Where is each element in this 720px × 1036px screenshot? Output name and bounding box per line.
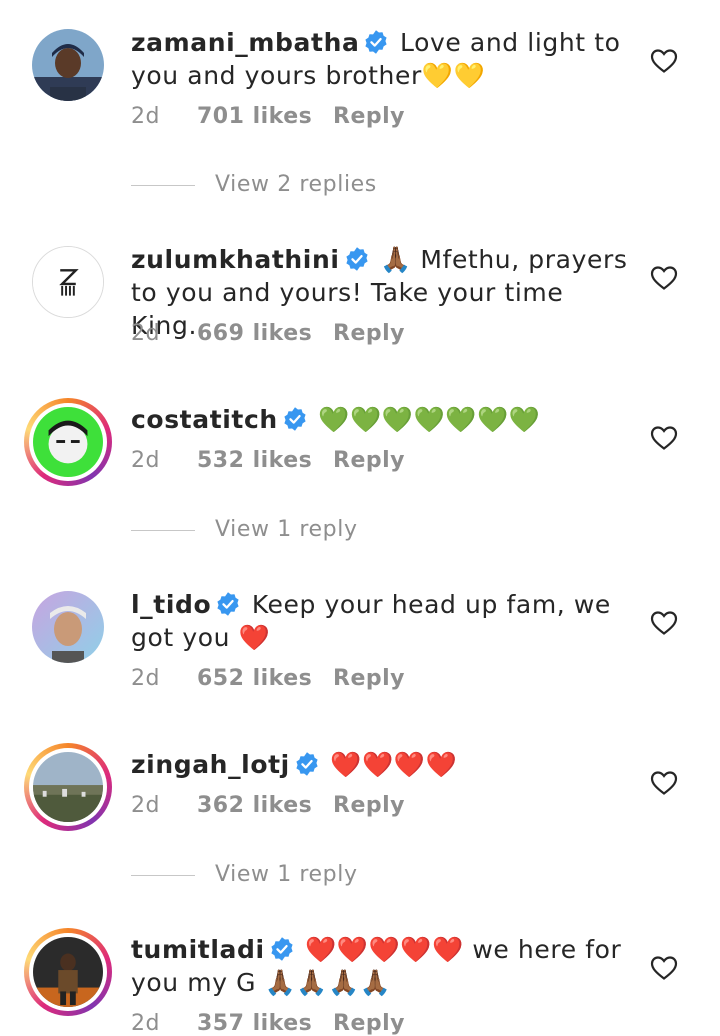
avatar[interactable] bbox=[24, 928, 112, 1016]
avatar-image-icon bbox=[33, 407, 103, 477]
view-replies-button[interactable]: View 1 reply bbox=[131, 517, 358, 542]
comment-likes[interactable]: 532 likes bbox=[197, 448, 333, 473]
avatar-logo-icon bbox=[33, 247, 103, 317]
comment-username[interactable]: costatitch bbox=[131, 405, 278, 434]
reply-button[interactable]: Reply bbox=[333, 666, 405, 691]
verified-badge-icon bbox=[271, 937, 293, 961]
reply-button[interactable]: Reply bbox=[333, 321, 405, 346]
divider bbox=[131, 874, 195, 876]
heart-outline-icon[interactable] bbox=[650, 265, 678, 291]
avatar[interactable] bbox=[24, 398, 112, 486]
reply-button[interactable]: Reply bbox=[333, 793, 405, 818]
comment-time: 2d bbox=[131, 1011, 160, 1036]
heart-outline-icon[interactable] bbox=[650, 955, 678, 981]
avatar[interactable] bbox=[32, 29, 104, 101]
avatar-image-icon bbox=[32, 591, 104, 663]
comment-emojis: ❤️ bbox=[238, 623, 271, 652]
comment-emojis: 💛💛 bbox=[421, 61, 486, 90]
comment-likes[interactable]: 652 likes bbox=[197, 666, 333, 691]
heart-outline-icon[interactable] bbox=[650, 610, 678, 636]
comment-time: 2d bbox=[131, 666, 160, 691]
comment-likes[interactable]: 357 likes bbox=[197, 1011, 333, 1036]
reply-button[interactable]: Reply bbox=[333, 448, 405, 473]
reply-button[interactable]: Reply bbox=[333, 1011, 405, 1036]
verified-badge-icon bbox=[284, 407, 306, 431]
divider bbox=[131, 529, 195, 531]
comment-time: 2d bbox=[131, 321, 160, 346]
comment-emojis: ❤️❤️❤️❤️ bbox=[330, 750, 458, 779]
verified-badge-icon bbox=[296, 752, 318, 776]
comment-username[interactable]: zamani_mbatha bbox=[131, 28, 359, 57]
comment-emojis: 🙏🏾🙏🏾🙏🏾🙏🏾 bbox=[264, 968, 392, 997]
view-replies-button[interactable]: View 1 reply bbox=[131, 862, 358, 887]
comment-likes[interactable]: 701 likes bbox=[197, 104, 333, 129]
avatar[interactable] bbox=[32, 591, 104, 663]
heart-outline-icon[interactable] bbox=[650, 425, 678, 451]
comment-username[interactable]: zulumkhathini bbox=[131, 245, 340, 274]
comment-username[interactable]: tumitladi bbox=[131, 935, 265, 964]
view-replies-label[interactable]: View 1 reply bbox=[215, 517, 358, 542]
view-replies-label[interactable]: View 1 reply bbox=[215, 862, 358, 887]
verified-badge-icon bbox=[345, 247, 368, 271]
avatar[interactable] bbox=[24, 743, 112, 831]
comment-emojis: 🙏🏾 bbox=[380, 245, 412, 274]
reply-button[interactable]: Reply bbox=[333, 104, 405, 129]
comment-emojis: 💚💚💚💚💚💚💚 bbox=[318, 405, 541, 434]
comment-time: 2d bbox=[131, 104, 160, 129]
avatar-image-icon bbox=[32, 29, 104, 101]
comment-time: 2d bbox=[131, 448, 160, 473]
comment-time: 2d bbox=[131, 793, 160, 818]
view-replies-button[interactable]: View 2 replies bbox=[131, 172, 377, 197]
comment-username[interactable]: l_tido bbox=[131, 590, 211, 619]
comment-emojis: ❤️❤️❤️❤️❤️ bbox=[305, 935, 464, 964]
comment-username[interactable]: zingah_lotj bbox=[131, 750, 290, 779]
comment-likes[interactable]: 669 likes bbox=[197, 321, 333, 346]
verified-badge-icon bbox=[365, 30, 388, 54]
avatar[interactable] bbox=[32, 246, 104, 318]
heart-outline-icon[interactable] bbox=[650, 48, 678, 74]
verified-badge-icon bbox=[217, 592, 239, 616]
avatar-image-icon bbox=[33, 752, 103, 822]
comment-likes[interactable]: 362 likes bbox=[197, 793, 333, 818]
heart-outline-icon[interactable] bbox=[650, 770, 678, 796]
avatar-image-icon bbox=[33, 937, 103, 1007]
view-replies-label[interactable]: View 2 replies bbox=[215, 172, 377, 197]
divider bbox=[131, 184, 195, 186]
